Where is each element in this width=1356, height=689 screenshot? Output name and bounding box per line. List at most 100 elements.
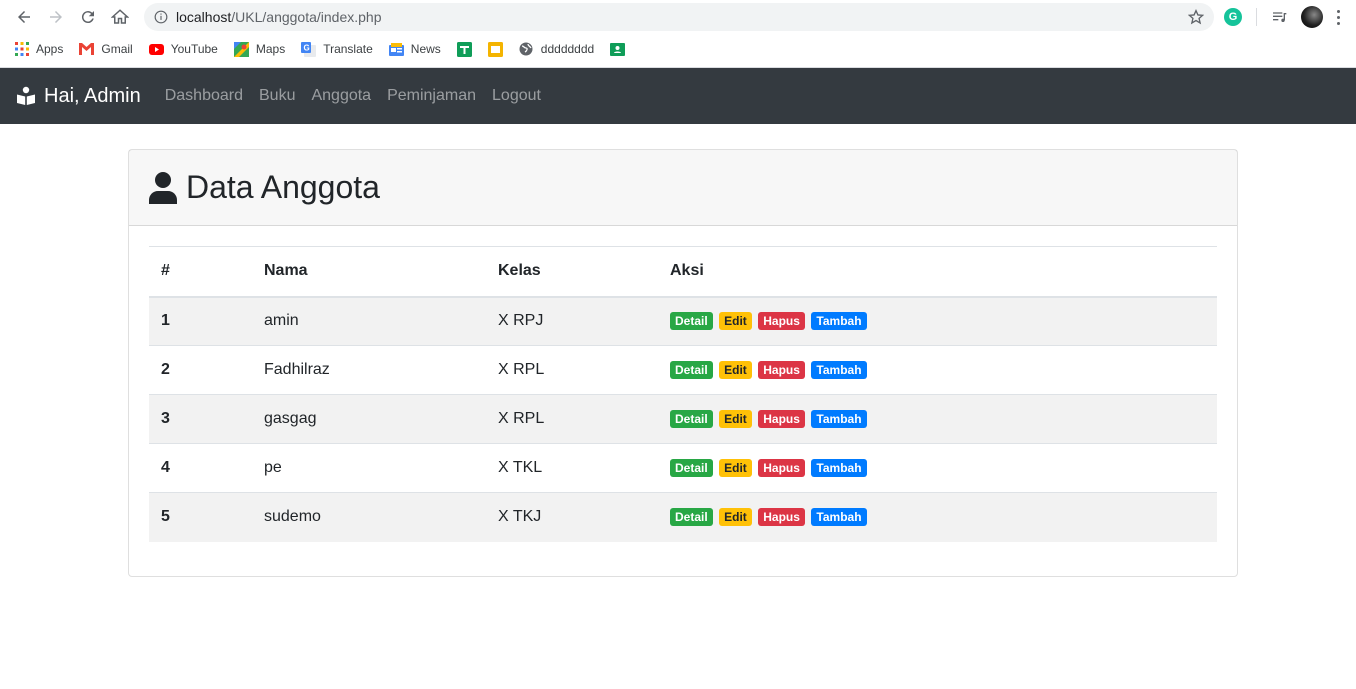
hapus-button[interactable]: Hapus	[758, 410, 805, 428]
column-header-kelas: Kelas	[486, 246, 658, 298]
bookmarks-bar: Apps Gmail YouTube Maps G Translate News…	[0, 34, 1356, 64]
hapus-button[interactable]: Hapus	[758, 508, 805, 527]
edit-button[interactable]: Edit	[719, 459, 752, 477]
sheets-icon	[456, 41, 472, 57]
app-navbar: Hai, Admin Dashboard Buku Anggota Peminj…	[0, 68, 1356, 124]
row-number: 2	[149, 345, 252, 395]
edit-button[interactable]: Edit	[719, 361, 752, 379]
reload-icon	[81, 11, 94, 24]
row-kelas: X RPJ	[498, 312, 544, 330]
navbar-brand[interactable]: Hai, Admin	[16, 85, 141, 108]
user-icon	[149, 171, 177, 204]
bookmark-label: Translate	[323, 42, 373, 56]
bookmark-news[interactable]: News	[388, 42, 441, 57]
bookmark-slides[interactable]	[487, 41, 503, 57]
bookmark-classroom[interactable]	[610, 42, 626, 57]
hapus-button[interactable]: Hapus	[758, 361, 805, 379]
bookmark-label: News	[410, 42, 441, 56]
nav-link-anggota[interactable]: Anggota	[311, 87, 371, 105]
translate-icon: G	[301, 41, 317, 57]
youtube-icon	[148, 42, 164, 57]
row-nama: pe	[252, 443, 486, 493]
bookmark-apps[interactable]: Apps	[14, 42, 63, 57]
back-arrow-icon	[18, 11, 30, 23]
row-actions: Detail Edit Hapus Tambah	[658, 492, 1217, 542]
hapus-button[interactable]: Hapus	[758, 459, 805, 477]
detail-button[interactable]: Detail	[670, 459, 713, 477]
svg-text:G: G	[304, 43, 310, 52]
row-actions: Detail Edit Hapus Tambah	[658, 394, 1217, 444]
row-kelas: X RPL	[486, 345, 658, 395]
table-row: 2 Fadhilraz X RPL Detail Edit Hapus Tamb…	[149, 345, 1217, 395]
row-number: 1	[161, 312, 170, 330]
card-header: Data Anggota	[129, 150, 1237, 226]
globe-icon	[519, 42, 534, 57]
profile-avatar[interactable]	[1301, 6, 1323, 28]
media-queue-icon[interactable]	[1271, 9, 1287, 25]
row-actions: Detail Edit Hapus Tambah	[658, 297, 1217, 346]
brand-label: Hai, Admin	[44, 84, 141, 107]
reload-button[interactable]	[72, 1, 104, 33]
card-body: # Nama Kelas Aksi 1 amin X RPJ Detail Ed…	[129, 226, 1237, 562]
page-title: Data Anggota	[186, 169, 380, 205]
tambah-button[interactable]: Tambah	[811, 508, 867, 527]
anggota-table: # Nama Kelas Aksi 1 amin X RPJ Detail Ed…	[149, 246, 1217, 542]
row-kelas: X RPL	[486, 394, 658, 444]
address-bar[interactable]: localhost/UKL/anggota/index.php	[144, 3, 1214, 31]
tambah-button[interactable]: Tambah	[811, 312, 867, 331]
tambah-button[interactable]: Tambah	[811, 459, 867, 477]
table-row: 5 sudemo X TKJ Detail Edit Hapus Tambah	[149, 492, 1217, 542]
maps-icon	[233, 41, 249, 57]
forward-button[interactable]	[40, 1, 72, 33]
bookmark-maps[interactable]: Maps	[233, 41, 286, 57]
edit-button[interactable]: Edit	[719, 508, 752, 527]
table-row: 1 amin X RPJ Detail Edit Hapus Tambah	[149, 296, 1217, 346]
edit-button[interactable]: Edit	[719, 312, 752, 331]
detail-button[interactable]: Detail	[670, 410, 713, 428]
bookmark-label: Maps	[255, 42, 286, 56]
nav-link-dashboard[interactable]: Dashboard	[165, 87, 243, 105]
home-button[interactable]	[104, 1, 136, 33]
row-actions: Detail Edit Hapus Tambah	[658, 345, 1217, 395]
browser-menu-icon[interactable]	[1337, 9, 1341, 25]
bookmark-label: Apps	[36, 42, 64, 56]
detail-button[interactable]: Detail	[670, 361, 713, 379]
column-header-nama: Nama	[252, 246, 486, 298]
news-icon	[388, 42, 404, 57]
home-icon	[111, 9, 129, 24]
row-number: 5	[149, 492, 252, 542]
nav-link-buku[interactable]: Buku	[259, 87, 295, 105]
bookmark-label: Gmail	[101, 42, 133, 56]
bookmark-label: YouTube	[170, 42, 218, 56]
tambah-button[interactable]: Tambah	[811, 361, 867, 379]
bookmark-translate[interactable]: G Translate	[301, 41, 373, 57]
bookmark-dddddddd[interactable]: dddddddd	[519, 42, 594, 57]
bookmark-gmail[interactable]: Gmail	[79, 42, 133, 57]
url-path: /UKL/anggota/index.php	[231, 9, 382, 25]
bookmark-sheets[interactable]	[456, 41, 472, 57]
detail-button[interactable]: Detail	[670, 312, 713, 331]
url-host: localhost	[176, 9, 232, 25]
edit-button[interactable]: Edit	[719, 410, 752, 428]
star-icon[interactable]	[1188, 9, 1204, 25]
bookmark-label: dddddddd	[540, 42, 595, 56]
row-kelas: X TKL	[486, 443, 658, 493]
column-header-number: #	[149, 246, 252, 298]
browser-toolbar: localhost/UKL/anggota/index.php G	[0, 0, 1356, 34]
nav-link-peminjaman[interactable]: Peminjaman	[387, 87, 476, 105]
row-number: 3	[149, 394, 252, 444]
reader-icon	[17, 86, 35, 105]
forward-arrow-icon	[50, 11, 62, 23]
row-nama: gasgag	[252, 394, 486, 444]
bookmark-youtube[interactable]: YouTube	[148, 42, 218, 57]
apps-grid-icon	[14, 42, 29, 57]
grammarly-icon[interactable]: G	[1224, 8, 1242, 26]
hapus-button[interactable]: Hapus	[758, 312, 805, 331]
detail-button[interactable]: Detail	[670, 508, 713, 527]
slides-icon	[487, 41, 503, 57]
row-nama: Fadhilraz	[252, 345, 486, 395]
tambah-button[interactable]: Tambah	[811, 410, 867, 428]
nav-links: Dashboard Buku Anggota Peminjaman Logout	[165, 87, 541, 105]
back-button[interactable]	[8, 1, 40, 33]
nav-link-logout[interactable]: Logout	[492, 87, 541, 105]
